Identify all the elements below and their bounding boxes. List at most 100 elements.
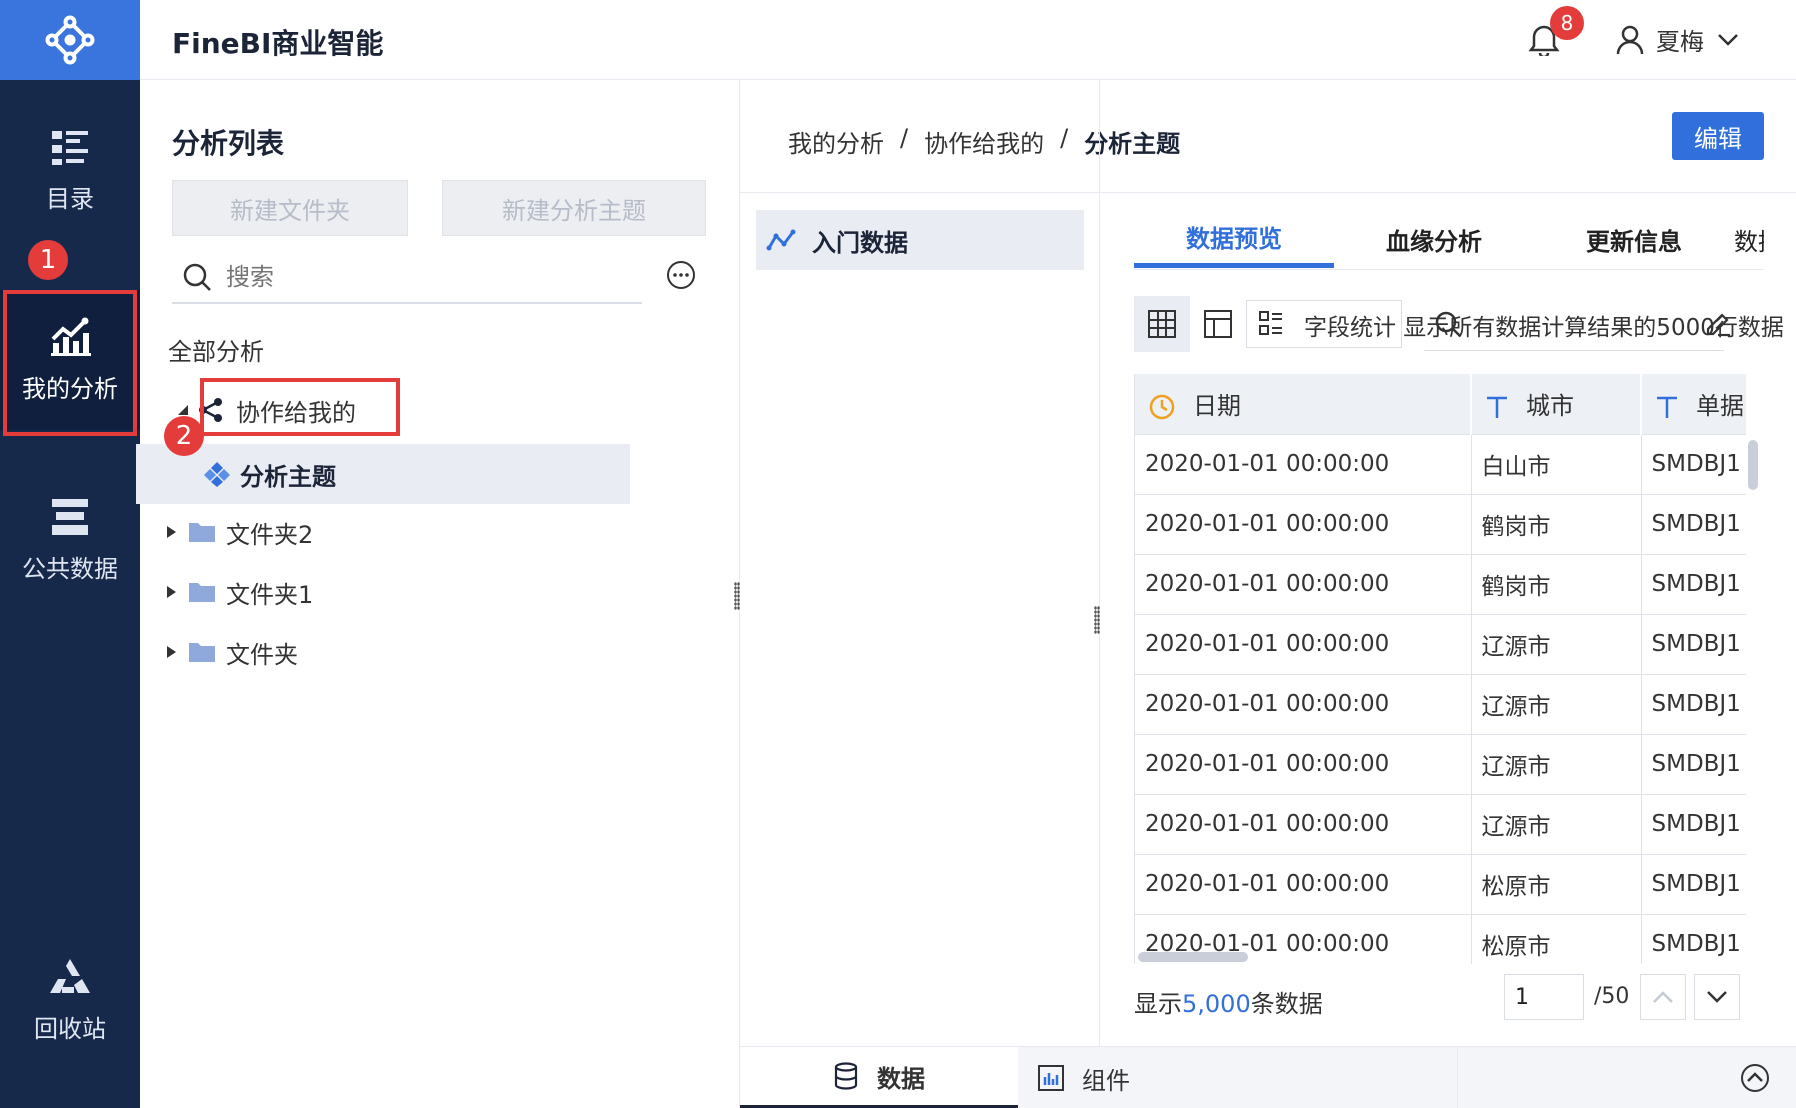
edit-pencil-icon[interactable] [1704,310,1732,338]
table-cell: 2020-01-01 00:00:00 [1135,674,1472,735]
logo[interactable] [0,0,140,80]
column-header-date[interactable]: 日期 [1135,374,1472,435]
table-cell: SMDBJ1 [1641,554,1746,615]
tree-item-analysis-subject[interactable]: 分析主题 [136,444,630,504]
page-number-input[interactable] [1504,974,1584,1020]
analysis-list-panel: 分析列表 新建文件夹 新建分析主题 全部分析 协作给我的 分析主题 [136,80,740,1108]
detail-tabs: 数据预览 血缘分析 更新信息 数据状 [1134,210,1764,270]
table-cell: 2020-01-01 00:00:00 [1135,494,1472,555]
more-options-icon[interactable] [666,260,696,290]
next-page-button[interactable] [1694,974,1740,1020]
tab-lineage[interactable]: 血缘分析 [1334,210,1534,268]
table-cell: 2020-01-01 00:00:00 [1135,434,1472,495]
app-title: FineBI商业智能 [172,27,384,60]
horizontal-scrollbar[interactable] [1138,952,1248,962]
bottom-tab-bar: 数据 组件 [740,1046,1796,1108]
folder-icon [189,583,215,602]
table-cell: 2020-01-01 00:00:00 [1135,614,1472,675]
table-row: 2020-01-01 00:00:00 松原市 SMDBJ1 [1135,854,1746,915]
chevron-up-icon [1653,991,1673,1003]
step-badge-2: 2 [164,416,204,456]
user-name: 夏梅 [1656,28,1704,56]
table-cell: SMDBJ1 [1641,614,1746,675]
edit-button[interactable]: 编辑 [1672,112,1764,160]
search-box [172,252,642,304]
table-cell: 鹤岗市 [1471,494,1642,555]
table-cell: 松原市 [1471,914,1642,964]
nav-item-label: 回收站 [34,1014,106,1043]
nav-item-catalog[interactable]: 目录 [0,100,140,240]
table-cell: SMDBJ1 [1641,434,1746,495]
public-data-icon [52,498,88,535]
column-label: 单据 [1696,392,1744,421]
panel-resize-handle[interactable] [1094,606,1100,634]
table-row: 2020-01-01 00:00:00 辽源市 SMDBJ1 [1135,674,1746,735]
column-label: 城市 [1526,392,1574,421]
tab-label: 数据状 [1734,227,1764,256]
table-header-row: 日期 城市 单据 [1135,374,1746,435]
new-folder-button[interactable]: 新建文件夹 [172,180,408,236]
table-cell: 辽源市 [1471,794,1642,855]
table-cell: SMDBJ1 [1641,494,1746,555]
tree-item-folder2[interactable]: 文件夹2 [156,502,722,562]
top-header: FineBI商业智能 8 夏梅 [140,0,1796,80]
search-input[interactable] [226,263,606,291]
nav-item-public-data[interactable]: 公共数据 [0,470,140,610]
table-cell: 2020-01-01 00:00:00 [1135,794,1472,855]
highlight-box-shared [200,378,400,436]
bottom-tab-label: 组件 [1082,1066,1130,1095]
caret-right-icon [167,586,176,598]
bar-chart-icon [1038,1065,1064,1091]
database-icon [834,1062,858,1090]
tree-item-folder[interactable]: 文件夹 [156,622,722,682]
text-type-icon [1487,397,1507,419]
bottom-tab-label: 数据 [877,1064,925,1093]
step-badge-1: 1 [28,240,68,280]
field-list-icon [1259,311,1282,335]
page-total: /50 [1594,984,1630,1009]
row-count-suffix: 条数据 [1250,990,1323,1018]
tree-item-label: 文件夹2 [226,520,314,549]
table-row: 2020-01-01 00:00:00 鹤岗市 SMDBJ1 [1135,494,1746,555]
vertical-scrollbar[interactable] [1748,440,1758,490]
row-count-value: 5,000 [1182,990,1251,1018]
table-cell: SMDBJ1 [1641,674,1746,735]
tree-item-label: 文件夹 [226,640,298,669]
table-cell: 白山市 [1471,434,1642,495]
table-cell: 松原市 [1471,854,1642,915]
collapse-up-icon[interactable] [1740,1063,1770,1093]
bottom-tab-component[interactable]: 组件 [1018,1047,1458,1108]
row-count-text: 显示5,000条数据 [1134,984,1323,1019]
clock-icon [1149,395,1175,420]
new-subject-button[interactable]: 新建分析主题 [442,180,706,236]
caret-down-icon [178,405,188,415]
tree-item-folder1[interactable]: 文件夹1 [156,562,722,622]
user-icon [1616,25,1644,54]
all-analysis-label[interactable]: 全部分析 [168,332,264,367]
table-cell: 2020-01-01 00:00:00 [1135,554,1472,615]
notification-badge: 8 [1550,6,1584,40]
grid-view-button[interactable] [1134,296,1190,352]
tree-item-label: 分析主题 [240,462,336,491]
folder-icon [189,643,215,662]
column-header-document[interactable]: 单据 [1641,374,1746,435]
search-icon[interactable] [1434,310,1462,338]
tree-item-label: 文件夹1 [226,580,314,609]
tab-data-preview[interactable]: 数据预览 [1134,210,1334,268]
dataset-item[interactable]: 入门数据 [756,210,1084,270]
catalog-icon [52,130,88,165]
layout-icon [1204,310,1232,338]
table-cell: 2020-01-01 00:00:00 [1135,854,1472,915]
bottom-tab-data[interactable]: 数据 [740,1047,1018,1108]
finebi-logo-icon [45,15,95,65]
nav-item-recycle-bin[interactable]: 回收站 [0,930,140,1070]
user-menu[interactable]: 夏梅 [1616,22,1740,57]
tab-update-info[interactable]: 更新信息 [1534,210,1734,268]
chevron-down-icon [1718,33,1738,46]
data-grid: 日期 城市 单据 2020-01-01 00:00:00 白山市 SMDBJ1 20… [1134,374,1746,964]
column-header-city[interactable]: 城市 [1471,374,1642,435]
layout-view-button[interactable] [1190,296,1246,352]
tab-data-status[interactable]: 数据状 [1734,210,1764,268]
nav-item-label: 公共数据 [22,554,118,583]
prev-page-button[interactable] [1640,974,1686,1020]
